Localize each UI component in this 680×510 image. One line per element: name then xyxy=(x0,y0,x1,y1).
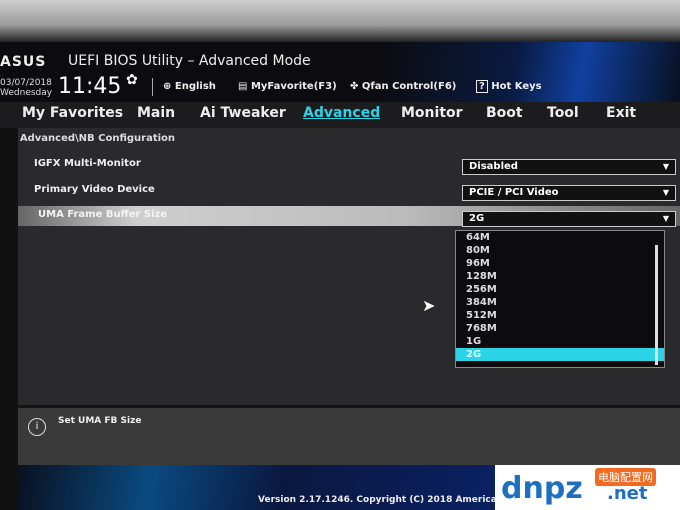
chevron-down-icon: ▼ xyxy=(662,162,669,171)
option-512m[interactable]: 512M xyxy=(456,309,664,322)
setting-label: IGFX Multi-Monitor xyxy=(34,158,141,169)
tab-advanced[interactable]: Advanced xyxy=(303,105,380,121)
help-icon: ? xyxy=(476,80,488,93)
select-value: Disabled xyxy=(469,161,518,172)
app-title: UEFI BIOS Utility – Advanced Mode xyxy=(68,53,311,69)
breadcrumb-text: Advanced\NB Configuration xyxy=(19,133,176,144)
watermark-brand: dnpz xyxy=(501,471,583,506)
divider xyxy=(152,78,153,96)
tab-tool[interactable]: Tool xyxy=(547,105,579,121)
language-button[interactable]: ⊕ English xyxy=(163,81,216,92)
monitor-bezel xyxy=(0,0,680,42)
tab-main[interactable]: Main xyxy=(137,105,175,121)
gear-icon[interactable]: ✿ xyxy=(126,72,138,88)
watermark-logo: dnpz 电脑配置网 .net xyxy=(495,465,680,510)
option-384m[interactable]: 384M xyxy=(456,296,664,309)
help-text: Set UMA FB Size xyxy=(58,416,142,426)
date: 03/07/2018 xyxy=(0,78,52,88)
fan-icon: ✤ xyxy=(350,81,359,92)
tab-my-favorites[interactable]: My Favorites xyxy=(22,105,123,121)
qfan-label: Qfan Control(F6) xyxy=(361,81,457,92)
favorite-icon: ▤ xyxy=(238,81,248,92)
globe-icon: ⊕ xyxy=(163,81,172,92)
option-768m[interactable]: 768M xyxy=(456,322,664,335)
option-96m[interactable]: 96M xyxy=(456,257,664,270)
select-value: PCIE / PCI Video xyxy=(469,187,559,198)
language-label: English xyxy=(174,81,216,92)
option-64m[interactable]: 64M xyxy=(456,231,664,244)
setting-label: Primary Video Device xyxy=(34,184,155,195)
watermark-domain: .net xyxy=(607,483,648,504)
tab-exit[interactable]: Exit xyxy=(606,105,636,121)
select-value: 2G xyxy=(469,213,485,224)
uma-dropdown-list: 64M 80M 96M 128M 256M 384M 512M 768M 1G … xyxy=(455,230,665,368)
uma-select[interactable]: 2G ▼ xyxy=(462,211,676,227)
breadcrumb[interactable]: ← Advanced\NB Configuration xyxy=(8,133,175,144)
option-256m[interactable]: 256M xyxy=(456,283,664,296)
myfavorite-label: MyFavorite(F3) xyxy=(250,81,337,92)
help-panel: i Set UMA FB Size xyxy=(18,405,680,465)
weekday: Wednesday xyxy=(0,88,53,98)
tab-boot[interactable]: Boot xyxy=(486,105,523,121)
main-tabs: My Favorites Main Ai Tweaker Advanced Mo… xyxy=(0,102,680,128)
myfavorite-button[interactable]: ▤ MyFavorite(F3) xyxy=(238,81,337,92)
asus-logo: ASUS xyxy=(0,54,47,70)
tab-ai-tweaker[interactable]: Ai Tweaker xyxy=(200,105,286,121)
clock: 11:45 xyxy=(58,74,122,99)
date-display: 03/07/2018 Wednesday xyxy=(0,78,52,98)
dropdown-scrollbar[interactable] xyxy=(655,245,658,365)
chevron-down-icon: ▼ xyxy=(662,188,669,197)
hotkeys-button[interactable]: ? Hot Keys xyxy=(476,80,542,93)
chevron-down-icon: ▼ xyxy=(662,214,669,223)
tab-monitor[interactable]: Monitor xyxy=(401,105,463,121)
hotkeys-label: Hot Keys xyxy=(491,81,542,92)
primary-video-select[interactable]: PCIE / PCI Video ▼ xyxy=(462,185,676,201)
option-2g[interactable]: 2G xyxy=(456,348,664,361)
option-128m[interactable]: 128M xyxy=(456,270,664,283)
option-1g[interactable]: 1G xyxy=(456,335,664,348)
mouse-cursor-icon: ➤ xyxy=(422,296,436,315)
option-80m[interactable]: 80M xyxy=(456,244,664,257)
setting-label: UMA Frame Buffer Size xyxy=(38,209,168,220)
bios-header: ASUS UEFI BIOS Utility – Advanced Mode 0… xyxy=(0,42,680,102)
igfx-select[interactable]: Disabled ▼ xyxy=(462,159,676,175)
info-icon: i xyxy=(28,418,46,436)
monitor-bezel-left xyxy=(0,128,18,510)
qfan-button[interactable]: ✤ Qfan Control(F6) xyxy=(350,81,456,92)
